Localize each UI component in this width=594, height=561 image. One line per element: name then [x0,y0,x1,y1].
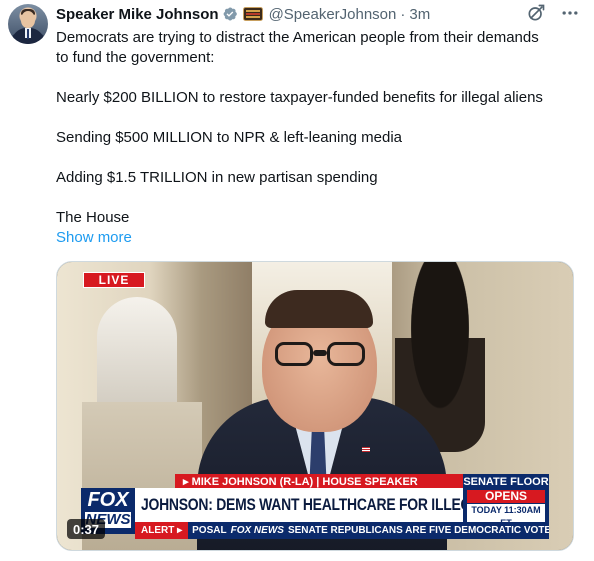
video-player[interactable]: LIVE ▸ MIKE JOHNSON (R-LA) | HOUSE SPEAK… [56,261,574,551]
fox-logo-top: FOX [87,489,129,511]
separator-dot: · [400,5,406,23]
lower-third-nameplate: ▸ MIKE JOHNSON (R-LA) | HOUSE SPEAKER [175,474,463,488]
author-name[interactable]: Speaker Mike Johnson [56,6,219,23]
more-icon[interactable] [560,3,580,23]
author-avatar[interactable] [8,4,48,44]
header-actions [526,3,580,23]
ticker-alert: ALERT ▸ [135,522,189,539]
avatar-tie [27,29,29,39]
tweet-header: Speaker Mike Johnson @SpeakerJohnson · 3… [56,4,580,24]
senate-line-2: OPENS [467,490,545,503]
tweet-text-line-2: to fund the government: [56,49,215,66]
senate-line-1: SENATE FLOOR [463,476,549,488]
news-ticker: ALERT ▸ POSAL FOX NEWS SENATE REPUBLICAN… [135,522,549,539]
tweet-timestamp[interactable]: 3m [409,6,430,23]
live-badge: LIVE [83,272,145,288]
tweet-text-line-6: The House [56,209,130,226]
ticker-network: FOX NEWS [230,525,284,536]
author-handle[interactable]: @SpeakerJohnson [269,6,397,23]
flag-badge-icon[interactable] [242,7,263,21]
video-bust-statue [97,297,177,417]
senate-floor-box: SENATE FLOOR OPENS TODAY 11:30AM ET [463,474,549,530]
ticker-right-text: SENATE REPUBLICANS ARE FIVE DEMOCRATIC V… [287,525,549,536]
tweet-text-line-4: Sending $500 MILLION to NPR & left-leani… [56,129,403,146]
avatar-face [21,11,35,28]
flag-pin-icon [362,447,370,452]
video-duration: 0:37 [67,519,106,539]
tweet-text-line-5: Adding $1.5 TRILLION in new partisan spe… [56,169,378,186]
grok-icon[interactable] [526,3,546,23]
tweet-text-line-3: Nearly $200 BILLION to restore taxpayer-… [56,89,543,106]
tweet-text-line-1: Democrats are trying to distract the Ame… [56,29,539,46]
video-speaker-glasses [275,342,365,368]
ticker-left-text: POSAL [192,525,227,536]
lower-third-headline: JOHNSON: DEMS WANT HEALTHCARE FOR ILLEGA… [135,488,542,522]
show-more-link[interactable]: Show more [56,228,132,248]
verified-badge-icon[interactable] [222,6,238,22]
video-speaker-hair [265,290,373,328]
